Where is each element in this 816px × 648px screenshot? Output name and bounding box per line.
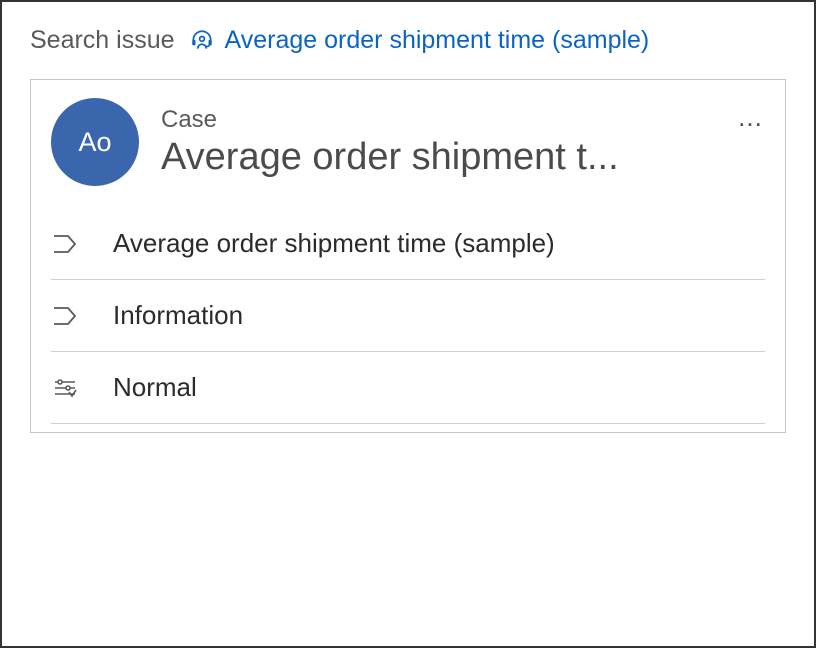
breadcrumb-current[interactable]: Average order shipment time (sample) <box>189 26 650 55</box>
avatar: Ao <box>51 98 139 186</box>
card-header: Ao Case Average order shipment t... … <box>51 98 765 186</box>
avatar-initials: Ao <box>78 127 111 158</box>
detail-title-text: Average order shipment time (sample) <box>113 228 555 259</box>
case-card: Ao Case Average order shipment t... … Av… <box>30 79 786 433</box>
breadcrumb-link-text: Average order shipment time (sample) <box>225 26 650 55</box>
detail-row-title[interactable]: Average order shipment time (sample) <box>51 208 765 280</box>
card-header-text: Case Average order shipment t... <box>161 106 619 179</box>
priority-slider-icon <box>51 377 79 399</box>
chevron-tag-icon <box>51 305 79 327</box>
chevron-tag-icon <box>51 233 79 255</box>
breadcrumb-root[interactable]: Search issue <box>30 26 175 55</box>
card-title: Average order shipment t... <box>161 136 619 179</box>
more-actions-button[interactable]: … <box>737 104 765 130</box>
card-type-label: Case <box>161 106 619 134</box>
detail-priority-text: Normal <box>113 372 197 403</box>
ellipsis-icon: … <box>737 102 765 132</box>
person-headset-icon <box>189 28 215 54</box>
detail-row-priority[interactable]: Normal <box>51 352 765 424</box>
detail-row-form[interactable]: Information <box>51 280 765 352</box>
breadcrumb: Search issue Average order shipment time… <box>30 26 786 55</box>
detail-form-text: Information <box>113 300 243 331</box>
